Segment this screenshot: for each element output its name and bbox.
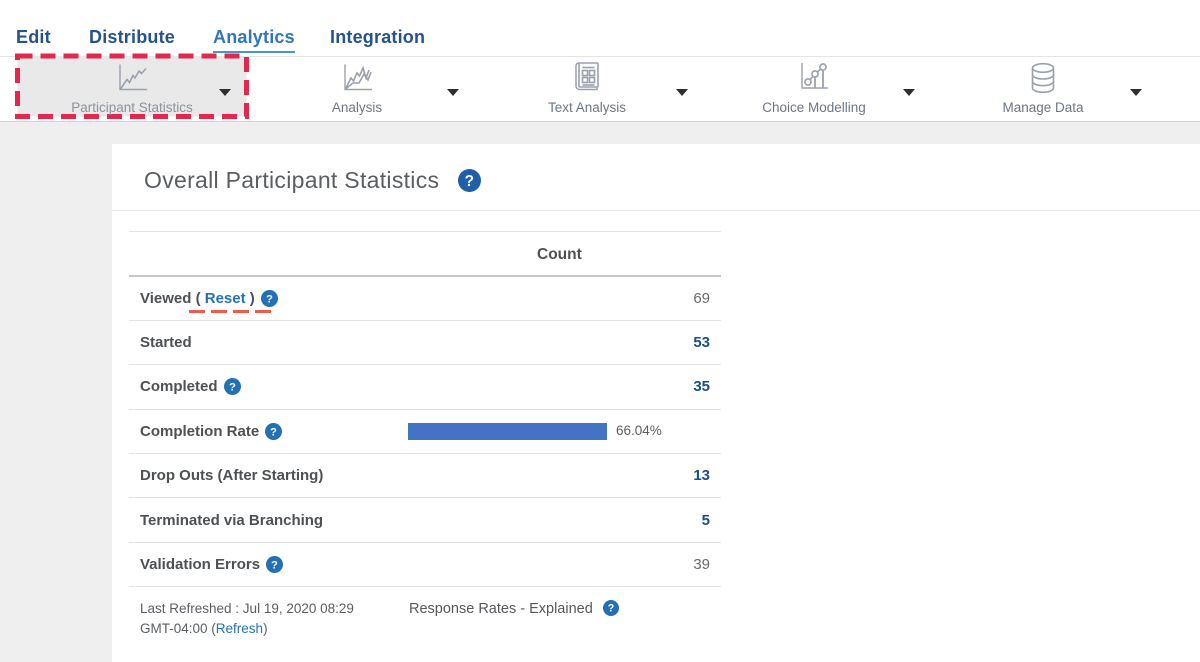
svg-text:?: ?	[229, 382, 236, 394]
svg-text:?: ?	[608, 602, 615, 614]
svg-text:?: ?	[266, 293, 273, 305]
svg-text:?: ?	[465, 173, 475, 190]
svg-text:?: ?	[270, 426, 277, 438]
svg-text:?: ?	[271, 559, 278, 571]
